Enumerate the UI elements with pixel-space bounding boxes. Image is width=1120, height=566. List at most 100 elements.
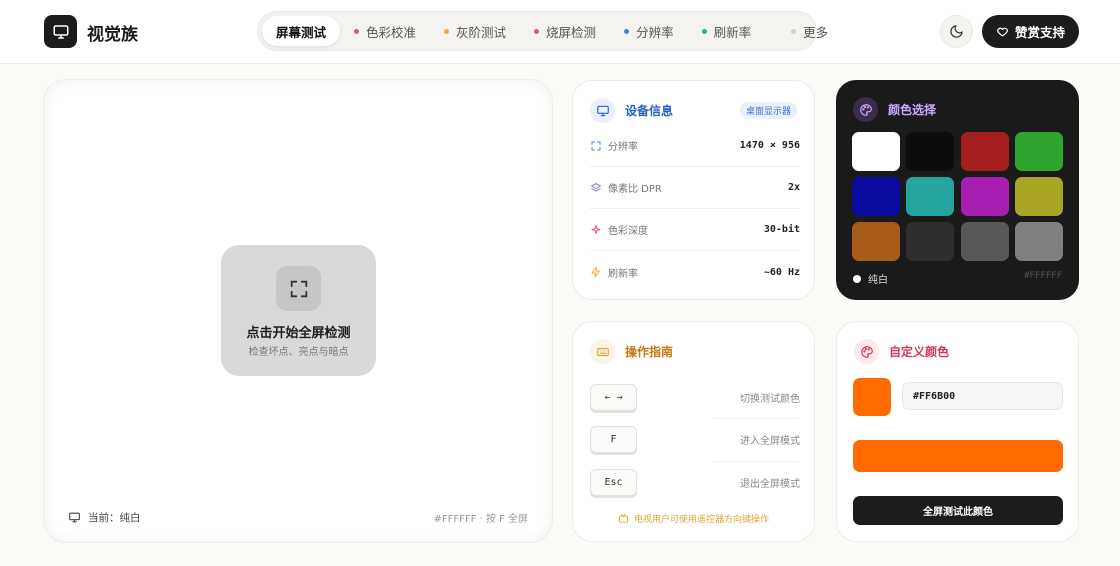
info-label-text: 刷新率 bbox=[608, 268, 638, 280]
bolt-icon bbox=[591, 266, 600, 278]
test-display-panel[interactable]: 点击开始全屏检测 检查坏点、亮点与暗点 当前：纯白 #FFFFFF · 按 F … bbox=[44, 80, 552, 542]
start-icon-box bbox=[276, 266, 321, 311]
fullscreen-icon bbox=[290, 280, 307, 297]
nav-dot bbox=[791, 28, 797, 34]
palette-icon bbox=[860, 345, 873, 358]
nav-more[interactable]: 更多 bbox=[777, 16, 842, 46]
guide-header: 操作指南 bbox=[590, 339, 673, 364]
device-info-header: 设备信息 bbox=[590, 98, 673, 123]
nav-dot bbox=[534, 28, 540, 34]
color-preview-picker[interactable] bbox=[853, 378, 891, 416]
device-type-badge: 桌面显示器 bbox=[739, 102, 797, 119]
color-swatch[interactable] bbox=[852, 222, 900, 261]
tv-icon bbox=[618, 513, 629, 523]
info-row-dpr: 像素比 DPR 2x bbox=[590, 167, 800, 209]
start-subtitle: 检查坏点、亮点与暗点 bbox=[248, 347, 349, 358]
color-swatch[interactable] bbox=[906, 222, 955, 261]
top-header: 视觉族 屏幕测试 色彩校准 灰阶测试 烧屏检测 分辨率 刷新率 更多 赞赏支持 bbox=[0, 0, 1120, 64]
nav-label: 屏幕测试 bbox=[276, 24, 327, 40]
current-swatch-dot bbox=[853, 274, 861, 283]
heart-icon bbox=[997, 27, 1008, 37]
palette-icon bbox=[859, 103, 872, 116]
info-label: 分辨率 bbox=[590, 138, 638, 153]
monitor-icon bbox=[69, 512, 80, 523]
start-title: 点击开始全屏检测 bbox=[246, 326, 351, 341]
nav-color-calibration[interactable]: 色彩校准 bbox=[340, 16, 430, 46]
custom-color-bar bbox=[853, 440, 1063, 472]
nav-label: 更多 bbox=[803, 24, 829, 40]
info-value: ~60 Hz bbox=[763, 266, 800, 278]
layers-icon bbox=[591, 182, 601, 191]
moon-icon bbox=[950, 25, 963, 38]
tv-tip-text: 电视用户可使用遥控器方向键操作 bbox=[633, 515, 769, 525]
info-row-refresh-rate: 刷新率 ~60 Hz bbox=[590, 251, 800, 293]
guide-divider bbox=[713, 461, 799, 462]
guide-row: Esc 退出全屏模式 bbox=[590, 464, 800, 500]
color-swatch[interactable] bbox=[1014, 177, 1063, 216]
nav-label: 分辨率 bbox=[636, 24, 674, 40]
info-row-color-depth: 色彩深度 30-bit bbox=[590, 209, 800, 251]
info-label-text: 分辨率 bbox=[608, 142, 638, 153]
color-swatch[interactable] bbox=[906, 177, 955, 216]
monitor-icon bbox=[53, 24, 68, 39]
current-swatch-name: 纯白 bbox=[868, 275, 888, 286]
color-swatch[interactable] bbox=[960, 132, 1009, 171]
current-color-label: 当前：纯白 bbox=[88, 512, 141, 524]
color-swatch[interactable] bbox=[906, 132, 955, 171]
nav-resolution[interactable]: 分辨率 bbox=[610, 16, 688, 46]
info-label-text: 像素比 DPR bbox=[608, 184, 662, 195]
info-label: 刷新率 bbox=[590, 265, 638, 280]
info-label-text: 色彩深度 bbox=[608, 226, 648, 237]
current-swatch-hex: #FFFFFF bbox=[1024, 271, 1062, 281]
theme-toggle-button[interactable] bbox=[940, 15, 973, 48]
color-swatch[interactable] bbox=[852, 132, 900, 171]
nav-refresh-rate[interactable]: 刷新率 bbox=[688, 16, 766, 46]
custom-color-title: 自定义颜色 bbox=[889, 345, 950, 359]
guide-card: 操作指南 ← → 切换测试颜色 F 进入全屏模式 Esc 退出全屏模式 电视用户… bbox=[572, 321, 815, 542]
device-info-title: 设备信息 bbox=[625, 104, 674, 118]
fullscreen-hint: #FFFFFF · 按 F 全屏 bbox=[433, 514, 528, 525]
fullscreen-test-color-button[interactable]: 全屏测试此颜色 bbox=[853, 496, 1063, 525]
current-swatch-indicator: 纯白 bbox=[853, 271, 888, 286]
info-value: 1470 × 956 bbox=[739, 140, 800, 151]
support-label: 赞赏支持 bbox=[1014, 25, 1065, 40]
custom-color-card: 自定义颜色 #FF6B00 全屏测试此颜色 bbox=[836, 321, 1079, 542]
guide-title: 操作指南 bbox=[625, 345, 674, 359]
sparkle-icon bbox=[591, 224, 601, 234]
device-info-card: 设备信息 桌面显示器 分辨率 1470 × 956 像素比 DPR 2x 色彩深… bbox=[572, 80, 815, 300]
info-row-resolution: 分辨率 1470 × 956 bbox=[590, 125, 800, 167]
color-swatch[interactable] bbox=[960, 177, 1009, 216]
guide-row: ← → 切换测试颜色 bbox=[590, 379, 800, 415]
info-label: 色彩深度 bbox=[590, 222, 648, 237]
info-label: 像素比 DPR bbox=[590, 180, 662, 195]
current-color-indicator: 当前：纯白 bbox=[68, 510, 141, 525]
key-description: 切换测试颜色 bbox=[740, 393, 800, 405]
guide-row: F 进入全屏模式 bbox=[590, 421, 800, 457]
nav-dot bbox=[624, 28, 630, 34]
support-button[interactable]: 赞赏支持 bbox=[982, 15, 1079, 48]
nav-screen-test[interactable]: 屏幕测试 bbox=[262, 16, 341, 46]
nav-label: 烧屏检测 bbox=[546, 24, 597, 40]
nav-dot bbox=[354, 28, 360, 34]
color-swatch[interactable] bbox=[1014, 222, 1063, 261]
color-picker-header: 颜色选择 bbox=[853, 97, 936, 122]
monitor-icon bbox=[596, 105, 609, 116]
nav-grayscale-test[interactable]: 灰阶测试 bbox=[430, 16, 520, 46]
start-fullscreen-card[interactable]: 点击开始全屏检测 检查坏点、亮点与暗点 bbox=[221, 245, 376, 376]
nav-label: 色彩校准 bbox=[366, 24, 417, 40]
nav-burn-in-test[interactable]: 烧屏检测 bbox=[520, 16, 610, 46]
key-description: 退出全屏模式 bbox=[740, 478, 800, 490]
hex-color-input[interactable]: #FF6B00 bbox=[902, 382, 1063, 410]
key-f: F bbox=[590, 425, 637, 453]
logo[interactable] bbox=[44, 15, 77, 48]
fullscreen-icon bbox=[591, 141, 601, 150]
color-swatch[interactable] bbox=[960, 222, 1009, 261]
nav-dot bbox=[701, 28, 707, 34]
swatch-grid bbox=[852, 132, 1063, 261]
main-nav: 屏幕测试 色彩校准 灰阶测试 烧屏检测 分辨率 刷新率 更多 bbox=[257, 11, 828, 51]
color-swatch[interactable] bbox=[1014, 132, 1063, 171]
color-picker-card: 颜色选择 纯白 #FFFFFF bbox=[836, 80, 1079, 300]
color-swatch[interactable] bbox=[852, 177, 900, 216]
info-value: 30-bit bbox=[763, 224, 800, 235]
brand-name: 视觉族 bbox=[87, 25, 138, 45]
